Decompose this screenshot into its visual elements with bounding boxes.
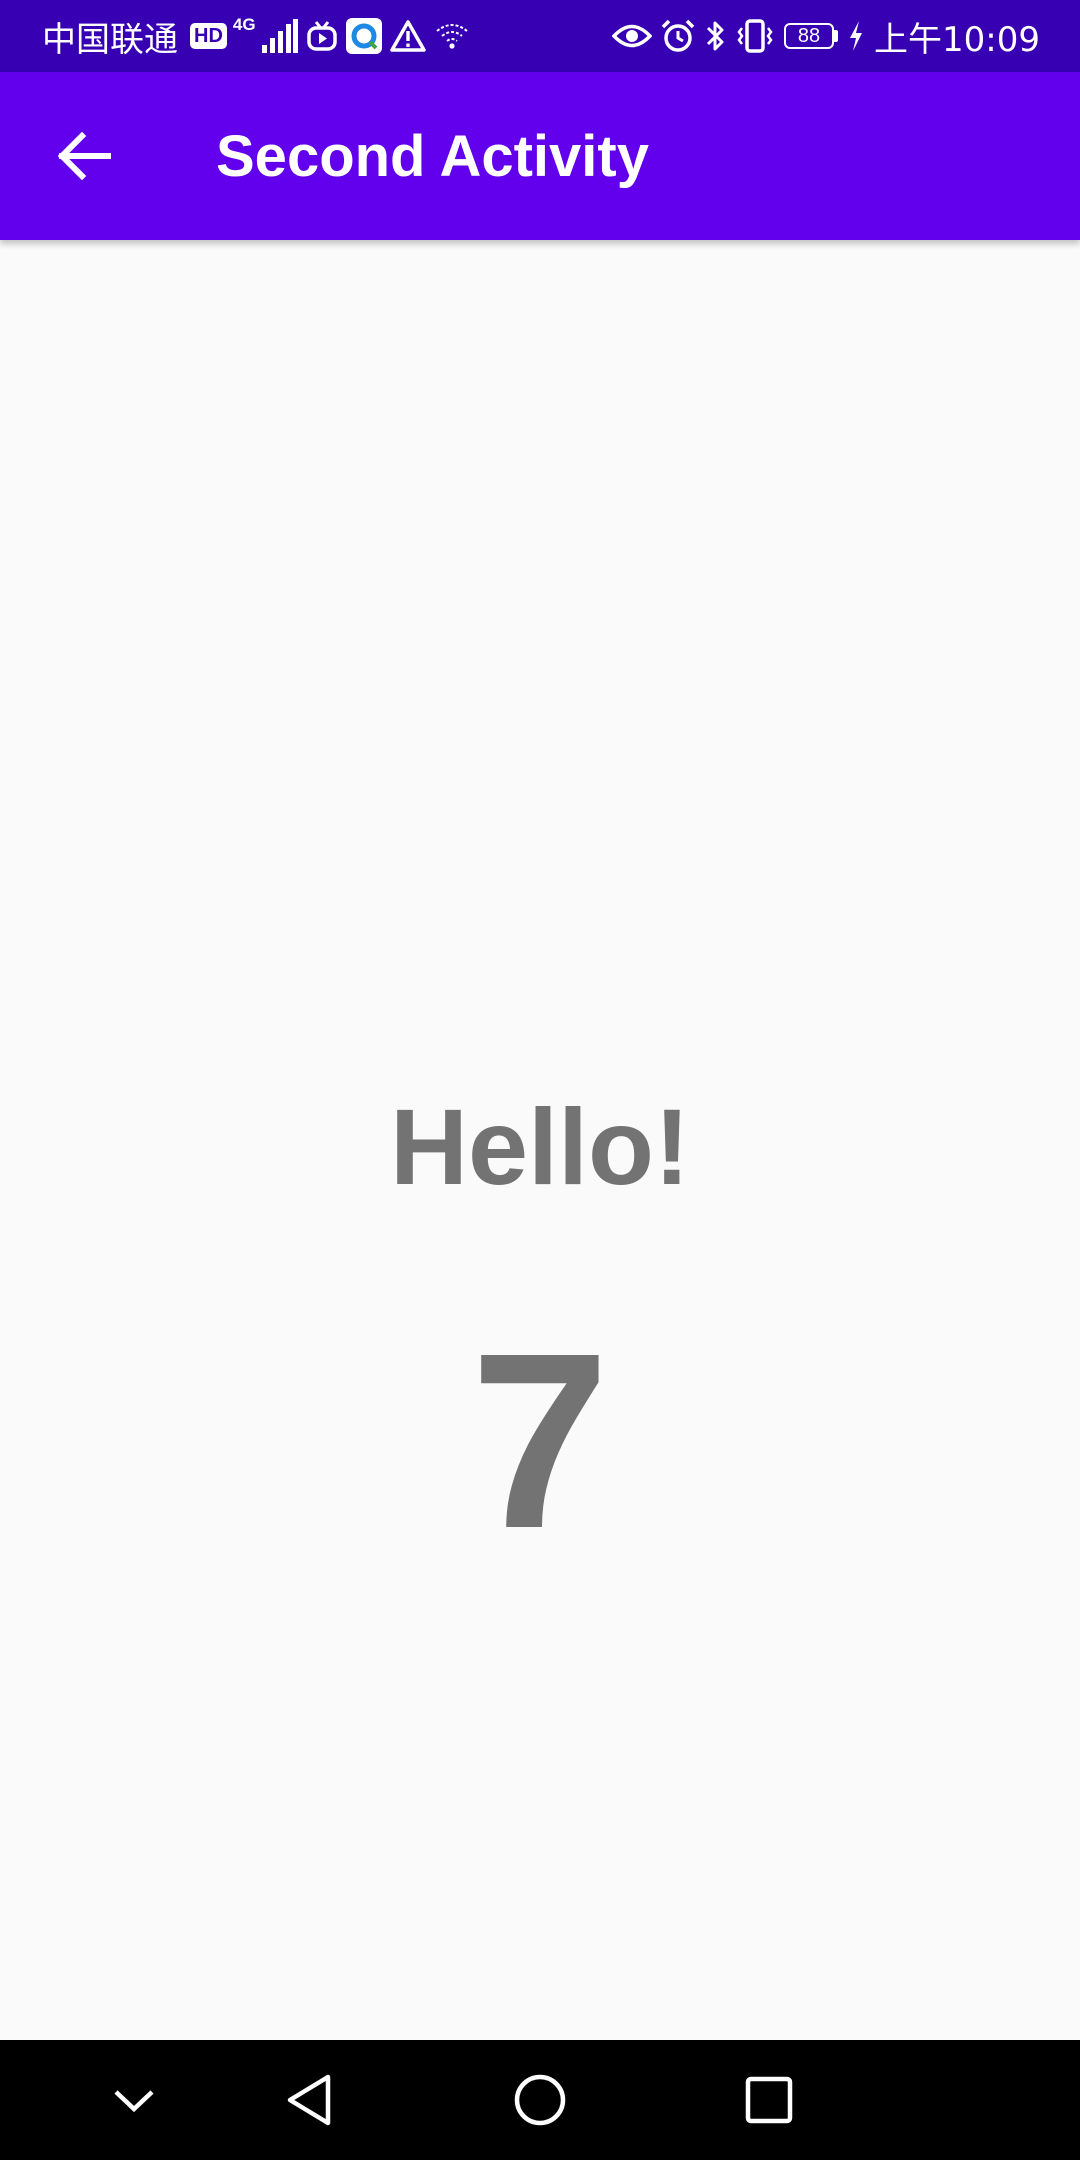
status-time: 上午10:09: [874, 19, 1040, 60]
battery-icon: 88: [784, 23, 839, 49]
carrier-name: 中国联通: [42, 19, 178, 60]
alarm-icon: [660, 18, 696, 54]
chevron-down-icon: [114, 2090, 154, 2113]
battery-tip: [834, 30, 839, 42]
eye-icon: [612, 21, 653, 51]
back-triangle-icon: [287, 2074, 331, 2126]
recents-square-icon: [745, 2076, 793, 2124]
app-bar: Second Activity: [0, 72, 1080, 240]
browser-app-icon: [345, 18, 382, 54]
hide-nav-button[interactable]: [94, 2060, 174, 2140]
nav-back-button[interactable]: [269, 2060, 349, 2140]
status-right: 88 上午10:09: [608, 0, 1040, 72]
greeting-text: Hello!: [389, 1086, 690, 1207]
main-content: Hello! 7: [0, 240, 1080, 2040]
status-left: 中国联通 HD 4G: [42, 0, 474, 72]
nav-recents-button[interactable]: [729, 2060, 809, 2140]
app-bar-title: Second Activity: [216, 123, 649, 189]
arrow-left-icon: [57, 131, 111, 181]
wifi-icon: [434, 21, 470, 51]
battery-level: 88: [784, 23, 835, 49]
signal-icon: [261, 19, 298, 53]
nav-home-button[interactable]: [500, 2060, 580, 2140]
home-circle-icon: [514, 2074, 566, 2126]
screen: 中国联通 HD 4G 88 上午10:09 Second Activity He…: [0, 0, 1080, 2160]
warning-icon: [389, 20, 426, 52]
count-value: 7: [470, 1301, 610, 1580]
status-bar: 中国联通 HD 4G 88 上午10:09: [0, 0, 1080, 72]
navigation-bar: [0, 2040, 1080, 2160]
vibrate-icon: [736, 18, 774, 54]
hd-icon: HD: [190, 23, 227, 49]
bluetooth-icon: [704, 18, 728, 54]
tv-icon: [306, 20, 338, 52]
network-type: 4G: [232, 15, 256, 34]
charging-icon: [848, 20, 864, 52]
back-button[interactable]: [36, 108, 132, 204]
